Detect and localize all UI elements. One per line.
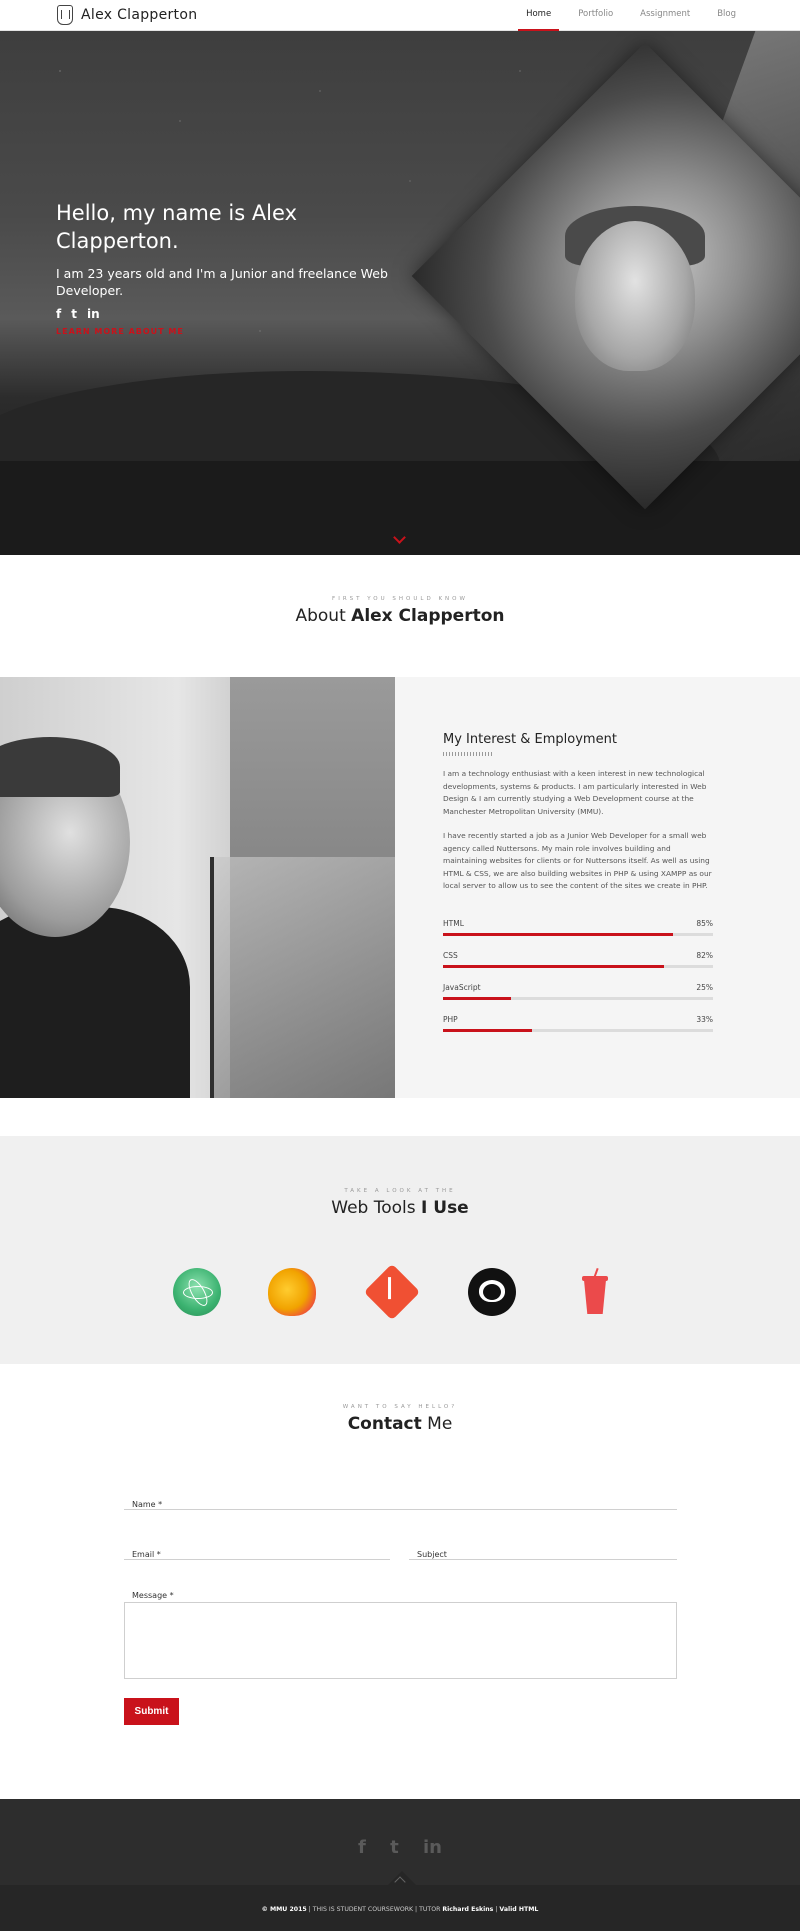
skill-css: CSS 82% (443, 951, 713, 968)
hero-subtitle: I am 23 years old and I'm a Junior and f… (56, 266, 388, 298)
about-photo-body (0, 907, 190, 1098)
skill-track (443, 997, 713, 1000)
about-photo-hair (0, 737, 120, 797)
skill-name: HTML (443, 919, 464, 928)
about-title: About Alex Clapperton (0, 606, 800, 626)
learn-more-link[interactable]: LEARN MORE ABOUT ME (56, 327, 396, 336)
web-tools-section: TAKE A LOOK AT THE Web Tools I Use (0, 1136, 800, 1364)
contact-title: Contact Me (0, 1414, 800, 1434)
skill-fill (443, 997, 511, 1000)
footer-copyright: © MMU 2015 | THIS IS STUDENT COURSEWORK … (0, 1906, 800, 1913)
logo[interactable]: Alex Clapperton (57, 5, 197, 25)
skill-percent: 82% (696, 951, 713, 960)
gulp-icon (582, 1267, 608, 1316)
message-label: Message * (132, 1591, 174, 1600)
top-navbar: Alex Clapperton Home Portfolio Assignmen… (0, 0, 800, 31)
name-label: Name * (132, 1500, 163, 1509)
name-field[interactable]: Name * (124, 1492, 677, 1510)
subject-field[interactable]: Subject (409, 1542, 677, 1560)
logo-text: Alex Clapperton (81, 7, 198, 23)
contact-title-light: Me (421, 1414, 453, 1434)
hero-text: Hello, my name is Alex Clapperton. I am … (56, 199, 396, 336)
nav-link-portfolio[interactable]: Portfolio (578, 0, 613, 31)
skill-track (443, 933, 713, 936)
skill-name: PHP (443, 1015, 458, 1024)
skill-name: JavaScript (443, 983, 481, 992)
atom-icon (173, 1268, 221, 1316)
about-title-light: About (295, 606, 352, 626)
skill-javascript: JavaScript 25% (443, 983, 713, 1000)
info-title: My Interest & Employment (443, 732, 617, 747)
hero-photo-face (575, 221, 695, 371)
message-textarea[interactable] (124, 1602, 677, 1679)
email-label: Email * (132, 1550, 161, 1559)
footer-tutor-name[interactable]: Richard Eskins (442, 1906, 493, 1913)
git-icon (363, 1263, 421, 1321)
skill-name: CSS (443, 951, 458, 960)
skill-html: HTML 85% (443, 919, 713, 936)
skill-percent: 25% (696, 983, 713, 992)
about-header: FIRST YOU SHOULD KNOW About Alex Clapper… (0, 596, 800, 626)
skill-fill (443, 1029, 533, 1032)
email-field[interactable]: Email * (124, 1542, 390, 1560)
logo-icon (57, 5, 73, 25)
nav-links: Home Portfolio Assignment Blog (499, 0, 736, 31)
hero-title: Hello, my name is Alex Clapperton. (56, 201, 297, 253)
subject-label: Subject (417, 1550, 447, 1559)
footer: f t in © MMU 2015 | THIS IS STUDENT COUR… (0, 1799, 800, 1931)
tools-kicker: TAKE A LOOK AT THE (344, 1188, 456, 1194)
facebook-icon[interactable]: f (56, 307, 61, 321)
footer-bottom-bar: © MMU 2015 | THIS IS STUDENT COURSEWORK … (0, 1871, 800, 1931)
bower-icon (268, 1268, 316, 1316)
contact-title-bold: Contact (347, 1414, 422, 1434)
nav-link-assignment[interactable]: Assignment (640, 0, 690, 31)
nav-link-blog[interactable]: Blog (717, 0, 736, 31)
about-info-panel: My Interest & Employment I am a technolo… (395, 677, 800, 1098)
footer-text-mmu: © MMU 2015 (261, 1906, 307, 1913)
skill-php: PHP 33% (443, 1015, 713, 1032)
facebook-icon[interactable]: f (358, 1837, 366, 1858)
tools-title-bold: I Use (421, 1198, 469, 1218)
skill-percent: 85% (696, 919, 713, 928)
linkedin-icon[interactable]: in (423, 1837, 442, 1858)
tools-title-light: Web Tools (331, 1198, 422, 1218)
contact-kicker: WANT TO SAY HELLO? (342, 1404, 458, 1410)
message-label-wrap: Message * (124, 1583, 677, 1600)
contact-header: WANT TO SAY HELLO? Contact Me (0, 1404, 800, 1434)
skill-fill (443, 965, 665, 968)
linkedin-icon[interactable]: in (87, 307, 100, 321)
skill-fill (443, 933, 673, 936)
twitter-icon[interactable]: t (71, 307, 77, 321)
about-photo-rail (210, 857, 395, 1098)
about-kicker: FIRST YOU SHOULD KNOW (332, 596, 468, 602)
footer-social-links: f t in (0, 1837, 800, 1858)
skill-track (443, 1029, 713, 1032)
about-photo (0, 677, 395, 1098)
github-icon (468, 1268, 516, 1316)
tool-icons (0, 1263, 800, 1321)
hero-social-links: f t in (56, 307, 396, 321)
skill-track (443, 965, 713, 968)
info-paragraph-2: I have recently started a job as a Junio… (443, 831, 712, 890)
info-title-underline (443, 752, 493, 756)
twitter-icon[interactable]: t (390, 1837, 399, 1858)
hero-section: Hello, my name is Alex Clapperton. I am … (0, 31, 800, 555)
info-paragraph-1: I am a technology enthusiast with a keen… (443, 769, 707, 816)
submit-button[interactable]: Submit (124, 1698, 179, 1725)
valid-html-link[interactable]: Valid HTML (499, 1906, 538, 1913)
about-title-bold: Alex Clapperton (351, 606, 505, 626)
footer-text-coursework: | THIS IS STUDENT COURSEWORK | TUTOR (306, 1906, 443, 1913)
skill-percent: 33% (696, 1015, 713, 1024)
tools-title: Web Tools I Use (0, 1198, 800, 1218)
nav-link-home[interactable]: Home (518, 0, 560, 31)
